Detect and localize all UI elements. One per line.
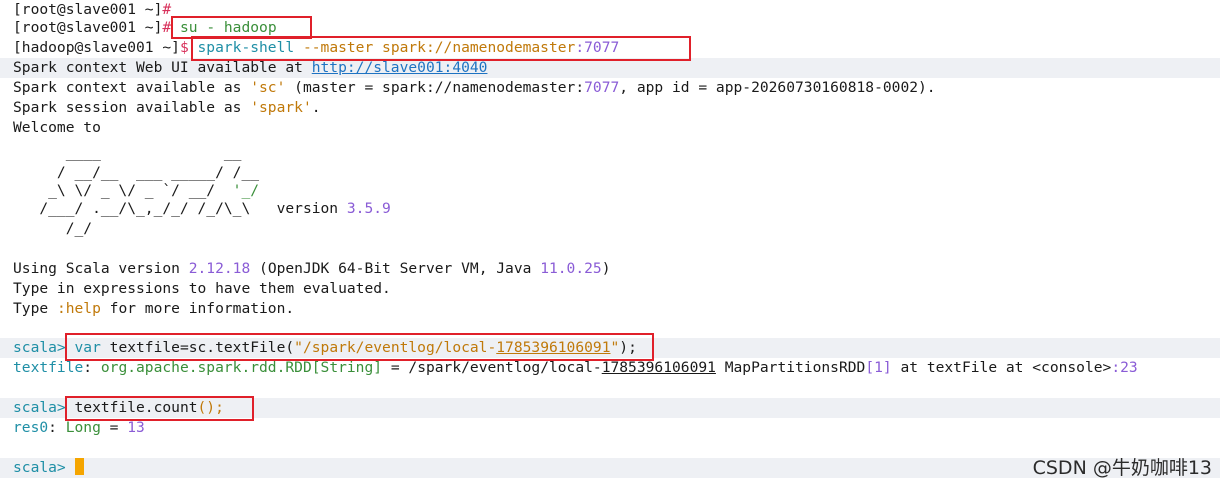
repl-result-line: res0: Long = 13 [13,419,145,436]
terminal-line: Spark context available as 'sc' (master … [13,79,936,96]
web-ui-link[interactable]: http://slave001:4040 [312,59,488,76]
terminal-line: Spark context Web UI available at http:/… [13,59,488,76]
annotation-box-spark-shell [191,36,691,61]
spark-logo: /_/ [13,220,93,237]
watermark: CSDN @牛奶咖啡13 [1032,457,1212,479]
spark-logo: ____ __ [13,144,242,161]
terminal-line: Using Scala version 2.12.18 (OpenJDK 64-… [13,260,611,277]
terminal-window[interactable]: [root@slave001 ~]# [root@slave001 ~]# su… [0,0,1220,486]
annotation-box-textfile [65,333,654,361]
spark-logo: _\ \/ _ \/ _ `/ __/ '_/ [13,182,260,199]
terminal-line: [root@slave001 ~]# [13,1,172,18]
spark-logo: / __/__ ___ _____/ /__ [13,164,260,181]
terminal-line: Welcome to [13,119,101,136]
terminal-line: Type :help for more information. [13,300,295,317]
terminal-line: Type in expressions to have them evaluat… [13,280,391,297]
repl-result-line: textfile: org.apache.spark.rdd.RDD[Strin… [13,359,1138,376]
terminal-line: Spark session available as 'spark'. [13,99,321,116]
text-cursor [74,458,84,475]
spark-logo: /___/ .__/\_,_/_/ /_/\_\ version 3.5.9 [13,200,391,217]
annotation-box-count [65,396,254,421]
scala-input-line[interactable]: scala> [13,458,84,478]
